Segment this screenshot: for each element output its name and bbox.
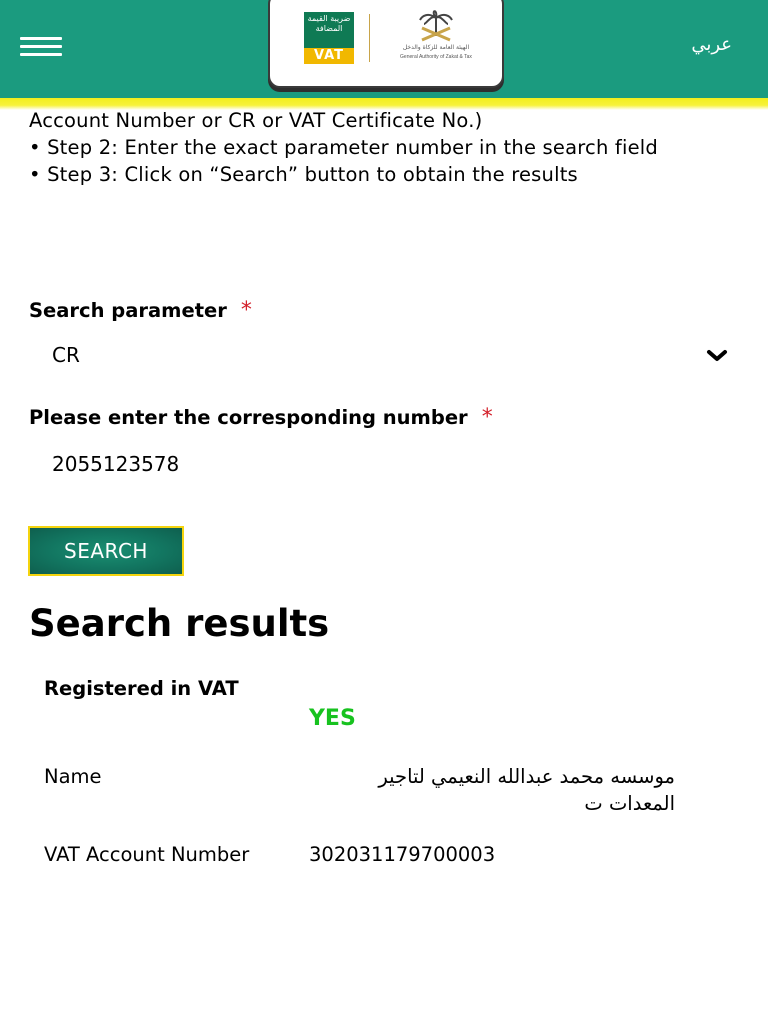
name-value: موسسه محمد عبدالله النعيمي لتاجير المعدا… (378, 765, 675, 815)
vat-logo: ضريبة القيمة المضافة VAT (304, 12, 354, 64)
app-header: ضريبة القيمة المضافة VAT الهيئة العامة ل… (0, 0, 768, 98)
number-label: Please enter the corresponding number (29, 406, 468, 429)
required-asterisk: * (481, 405, 493, 430)
search-parameter-label-row: Search parameter * (29, 298, 252, 323)
instruction-line-1: Account Number or CR or VAT Certificate … (29, 109, 483, 132)
vat-account-value: 302031179700003 (309, 843, 496, 866)
name-label: Name (44, 765, 102, 788)
zakat-authority-logo: الهيئة العامة للزكاة والدخل General Auth… (380, 10, 492, 66)
required-asterisk: * (240, 298, 252, 323)
search-parameter-label: Search parameter (29, 299, 227, 322)
instruction-step-3: • Step 3: Click on “Search” button to ob… (29, 163, 578, 186)
vat-logo-arabic: ضريبة القيمة المضافة (304, 12, 354, 48)
language-toggle[interactable]: عربي (691, 34, 732, 55)
hamburger-menu-icon[interactable] (20, 35, 62, 59)
registered-value: YES (309, 706, 356, 731)
search-results-title: Search results (29, 602, 330, 645)
number-input[interactable] (52, 448, 732, 480)
search-parameter-value: CR (52, 343, 80, 367)
authority-english-name: General Authority of Zakat & Tax (400, 54, 472, 60)
chevron-down-icon (706, 345, 728, 369)
search-button[interactable]: SEARCH (28, 526, 184, 576)
palm-swords-icon (419, 10, 453, 42)
search-parameter-select[interactable]: CR (52, 343, 732, 373)
authority-arabic-name: الهيئة العامة للزكاة والدخل (402, 44, 470, 51)
registered-label: Registered in VAT (44, 677, 239, 700)
number-label-row: Please enter the corresponding number * (29, 405, 493, 430)
logo-card: ضريبة القيمة المضافة VAT الهيئة العامة ل… (268, 0, 504, 88)
logo-divider (369, 14, 370, 62)
instruction-step-2: • Step 2: Enter the exact parameter numb… (29, 136, 658, 159)
vat-logo-text: VAT (304, 48, 354, 64)
vat-account-label: VAT Account Number (44, 843, 250, 866)
instructions: Account Number or CR or VAT Certificate … (29, 107, 749, 188)
